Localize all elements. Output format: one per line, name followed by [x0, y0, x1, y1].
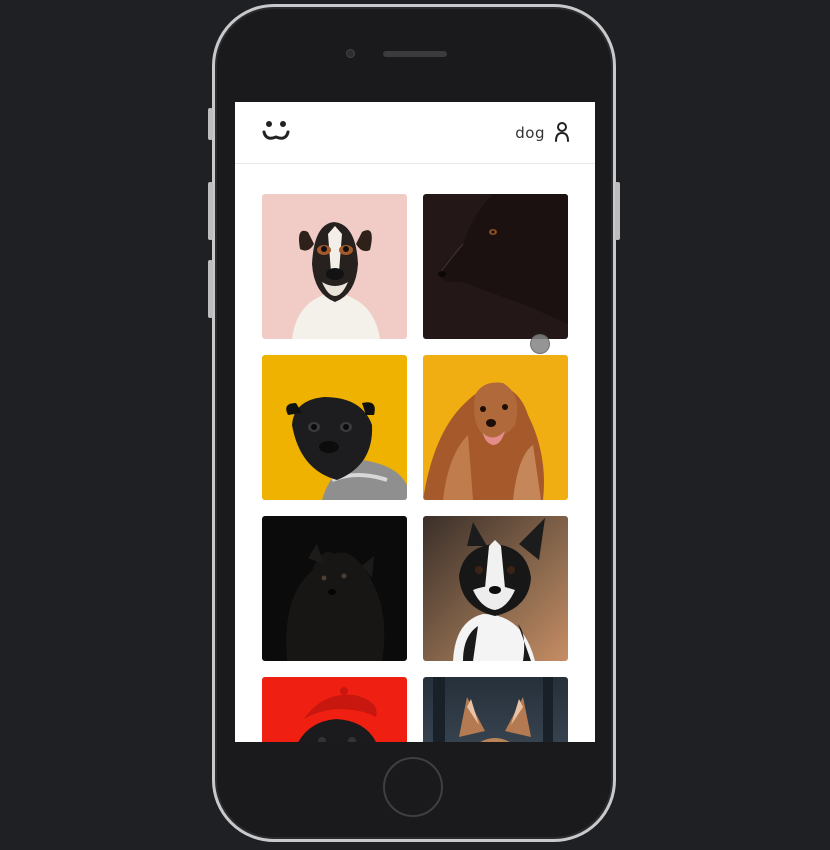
photo-tile-pug-in-red-beret[interactable] [262, 677, 407, 742]
photo-tile-afghan-hound[interactable] [423, 355, 568, 500]
front-camera [346, 49, 355, 58]
photo-tile-pug-in-sweater[interactable] [262, 355, 407, 500]
volume-up-button [208, 182, 213, 240]
earpiece-speaker [383, 51, 447, 57]
touch-cursor-indicator [530, 334, 550, 354]
mute-switch [208, 108, 213, 140]
photo-tile-black-pomeranian[interactable] [262, 516, 407, 661]
dog-face-logo-icon[interactable] [261, 118, 291, 144]
power-button [615, 182, 620, 240]
photo-tile-black-labrador[interactable] [423, 194, 568, 339]
user-icon[interactable] [554, 122, 570, 142]
volume-down-button [208, 260, 213, 318]
app-header: dog [235, 102, 595, 164]
photo-tile-boston-terrier[interactable] [423, 516, 568, 661]
photo-tile-jack-russell-terrier[interactable] [262, 194, 407, 339]
app-screen: dog [235, 102, 595, 742]
search-query-label[interactable]: dog [515, 124, 545, 142]
photo-tile-corgi-dark-background[interactable] [423, 677, 568, 742]
home-button[interactable] [383, 757, 443, 817]
